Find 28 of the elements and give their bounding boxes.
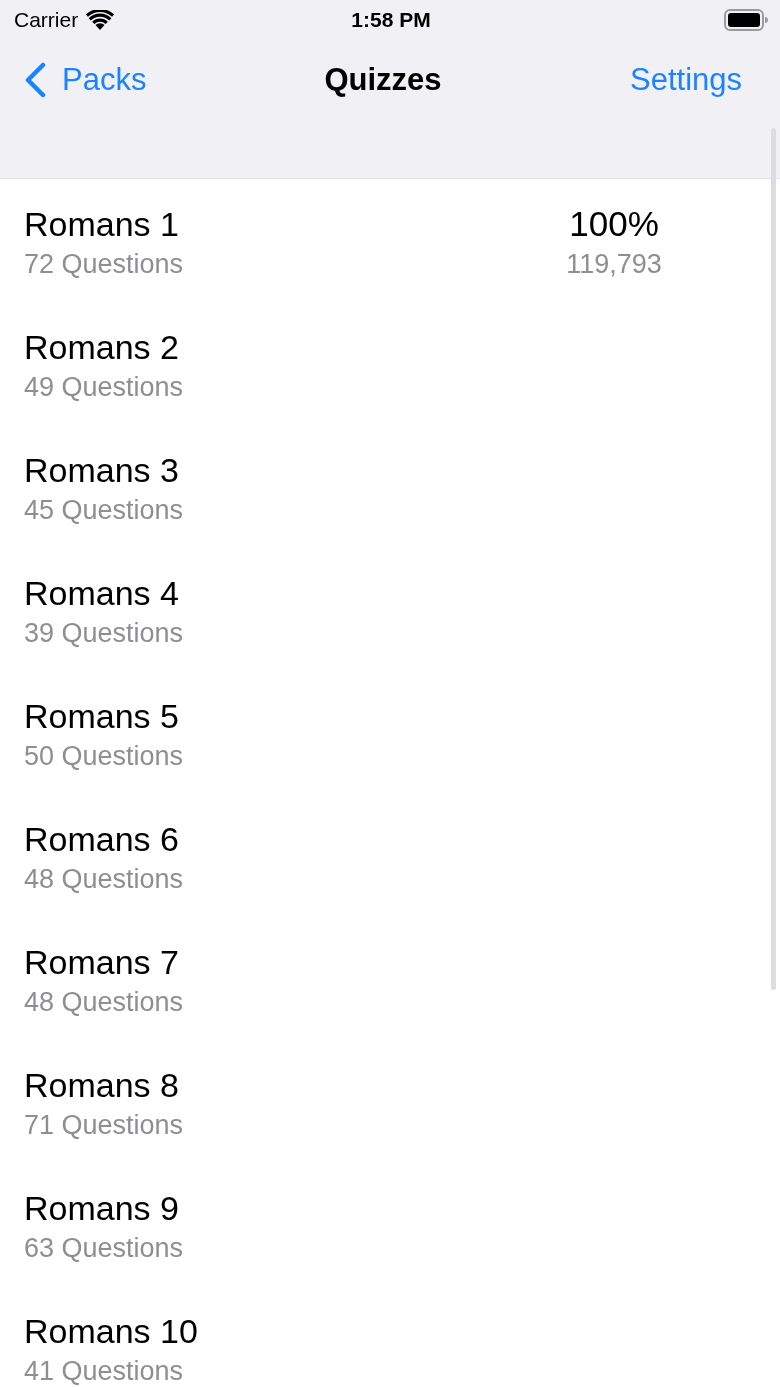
carrier-label: Carrier [14, 8, 79, 32]
quiz-title: Romans 3 [24, 450, 179, 490]
question-count: 50 Questions [24, 741, 184, 771]
question-count: 49 Questions [24, 372, 184, 402]
quiz-title: Romans 5 [24, 696, 179, 736]
nav-title: Quizzes [324, 62, 442, 98]
quiz-title: Romans 9 [24, 1188, 179, 1228]
question-count: 72 Questions [24, 249, 184, 279]
wifi-icon [86, 10, 115, 30]
quiz-plays: 119,793 [566, 249, 662, 279]
quiz-score: 100% [569, 204, 659, 244]
battery-icon [724, 9, 768, 31]
status-time: 1:58 PM [351, 8, 431, 32]
question-count: 41 Questions [24, 1356, 184, 1386]
quiz-title: Romans 6 [24, 819, 179, 859]
quiz-title: Romans 8 [24, 1065, 179, 1105]
quiz-title: Romans 1 [24, 204, 179, 244]
quiz-title: Romans 10 [24, 1311, 198, 1351]
question-count: 45 Questions [24, 495, 184, 525]
chevron-left-icon [24, 62, 46, 98]
question-count: 48 Questions [24, 864, 184, 894]
quiz-title: Romans 7 [24, 942, 179, 982]
question-count: 63 Questions [24, 1233, 184, 1263]
question-count: 39 Questions [24, 618, 184, 648]
quiz-title: Romans 4 [24, 573, 179, 613]
quiz-title: Romans 2 [24, 327, 179, 367]
question-count: 48 Questions [24, 987, 184, 1017]
question-count: 71 Questions [24, 1110, 184, 1140]
